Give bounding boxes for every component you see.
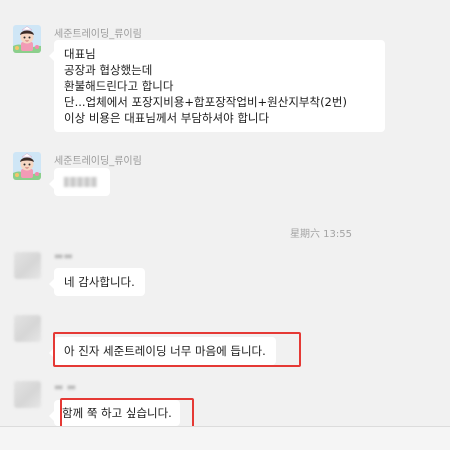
message-bubble[interactable]: 네 감사합니다. — [49, 268, 145, 296]
redacted-sender-name: ▬▬ — [54, 251, 73, 262]
sender-name: 세준트레이딩_류이림 — [54, 29, 142, 40]
sender-avatar[interactable] — [13, 25, 41, 53]
message-line: 이상 비용은 대표님께서 부담하셔야 합니다 — [64, 111, 270, 125]
message-bubble[interactable] — [49, 168, 110, 196]
timestamp-text: 星期六 13:55 — [290, 229, 352, 240]
redacted-text — [64, 177, 97, 187]
sender-name: 세준트레이딩_류이림 — [54, 156, 142, 167]
sender-avatar[interactable] — [13, 152, 41, 180]
chat-history: 세준트레이딩_류이림 대표님 공장과 협상했는데 환불해드린다고 합니다 단..… — [0, 0, 450, 450]
cartoon-avatar-icon — [13, 25, 41, 53]
message-line: 함께 쭉 하고 싶습니다. — [62, 406, 172, 420]
redacted-avatar[interactable] — [14, 315, 41, 342]
message-line: 네 감사합니다. — [64, 275, 135, 289]
redacted-sender-name: ▬ ▬ — [54, 382, 77, 393]
redacted-avatar[interactable] — [14, 381, 41, 408]
message-line: 아 진자 세준트레이딩 너무 마음에 듭니다. — [64, 344, 266, 358]
message-line: 대표님 — [64, 47, 96, 61]
redacted-avatar[interactable] — [14, 252, 41, 279]
message-bubble[interactable]: 대표님 공장과 협상했는데 환불해드린다고 합니다 단...업체에서 포장지비용… — [49, 40, 385, 132]
message-input-area[interactable] — [0, 427, 450, 450]
message-line: 단...업체에서 포장지비용+합포장작업비+원산지부착(2번) — [64, 95, 347, 109]
message-bubble[interactable]: 아 진자 세준트레이딩 너무 마음에 듭니다. — [49, 337, 276, 365]
scrollbar[interactable] — [444, 0, 448, 426]
message-line: 공장과 협상했는데 — [64, 63, 153, 77]
cartoon-avatar-icon — [13, 152, 41, 180]
message-line: 환불해드린다고 합니다 — [64, 79, 174, 93]
message-bubble[interactable]: 함께 쭉 하고 싶습니다. — [49, 400, 180, 426]
